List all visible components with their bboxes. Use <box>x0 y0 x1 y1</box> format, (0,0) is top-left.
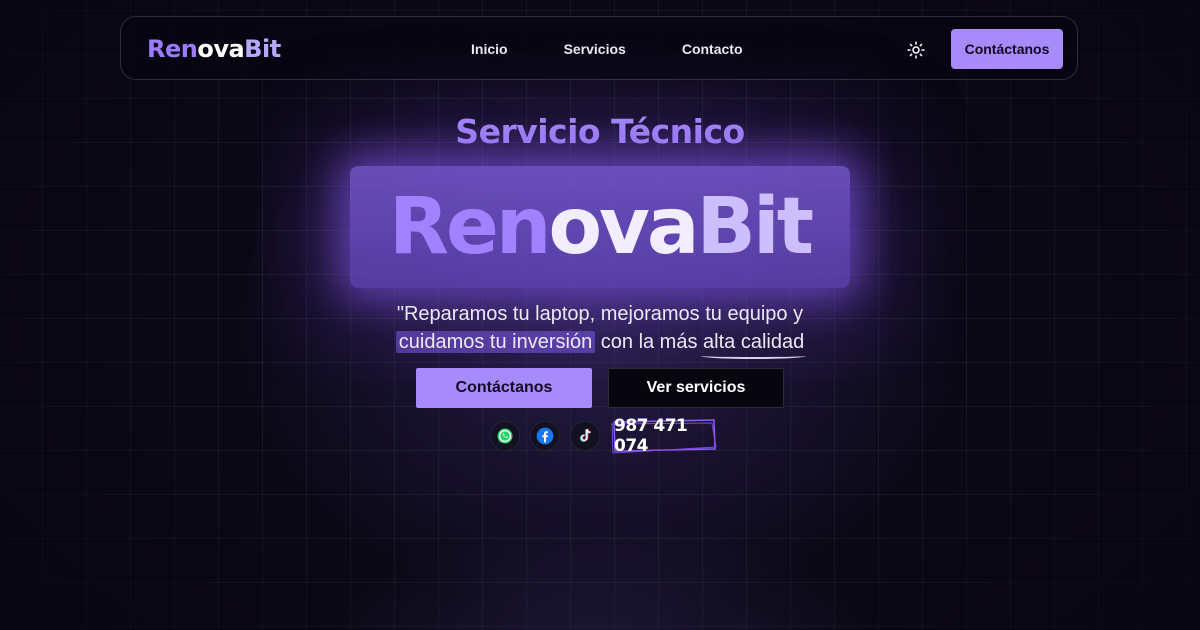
background-bottom-glow <box>0 430 1200 630</box>
hero-logo: Ren ova Bit <box>350 166 850 288</box>
navbar: RenovaBit Inicio Servicios Contacto Cont… <box>120 16 1078 80</box>
brand-logo[interactable]: RenovaBit <box>147 35 281 63</box>
whatsapp-button[interactable] <box>490 421 520 451</box>
hero-logo-part-bit: Bit <box>696 182 814 272</box>
nav-link-contacto[interactable]: Contacto <box>682 41 743 57</box>
theme-toggle-button[interactable] <box>903 37 929 63</box>
hero-logo-part-ren: Ren <box>388 182 551 272</box>
nav-contact-button[interactable]: Contáctanos <box>951 29 1063 69</box>
sun-icon <box>907 41 925 59</box>
hero-logo-banner: Ren ova Bit <box>350 166 850 288</box>
logo-part-ren: Ren <box>147 35 198 63</box>
quote-line-1: "Reparamos tu laptop, mejoramos tu equip… <box>396 303 804 325</box>
nav-links: Inicio Servicios Contacto <box>471 17 743 81</box>
contact-button[interactable]: Contáctanos <box>416 368 592 408</box>
tiktok-icon <box>580 428 592 442</box>
nav-link-servicios[interactable]: Servicios <box>564 41 626 57</box>
quote-highlight: cuidamos tu inversión <box>395 331 596 353</box>
quote-underlined: alta calidad <box>701 328 807 359</box>
facebook-icon <box>536 427 554 445</box>
tiktok-button[interactable] <box>570 421 600 451</box>
whatsapp-icon <box>497 428 513 444</box>
hero-logo-part-ova: ova <box>548 182 699 272</box>
facebook-button[interactable] <box>530 421 560 451</box>
view-services-button[interactable]: Ver servicios <box>608 368 784 408</box>
phone-number[interactable]: 987 471 074 <box>614 416 714 456</box>
logo-part-bit: Bit <box>244 35 281 63</box>
hero-quote: "Reparamos tu laptop, mejoramos tu equip… <box>0 300 1200 359</box>
logo-part-ova: ova <box>197 35 245 63</box>
nav-link-inicio[interactable]: Inicio <box>471 41 508 57</box>
hero-subtitle: Servicio Técnico <box>455 112 745 151</box>
quote-mid: con la más <box>595 331 704 353</box>
